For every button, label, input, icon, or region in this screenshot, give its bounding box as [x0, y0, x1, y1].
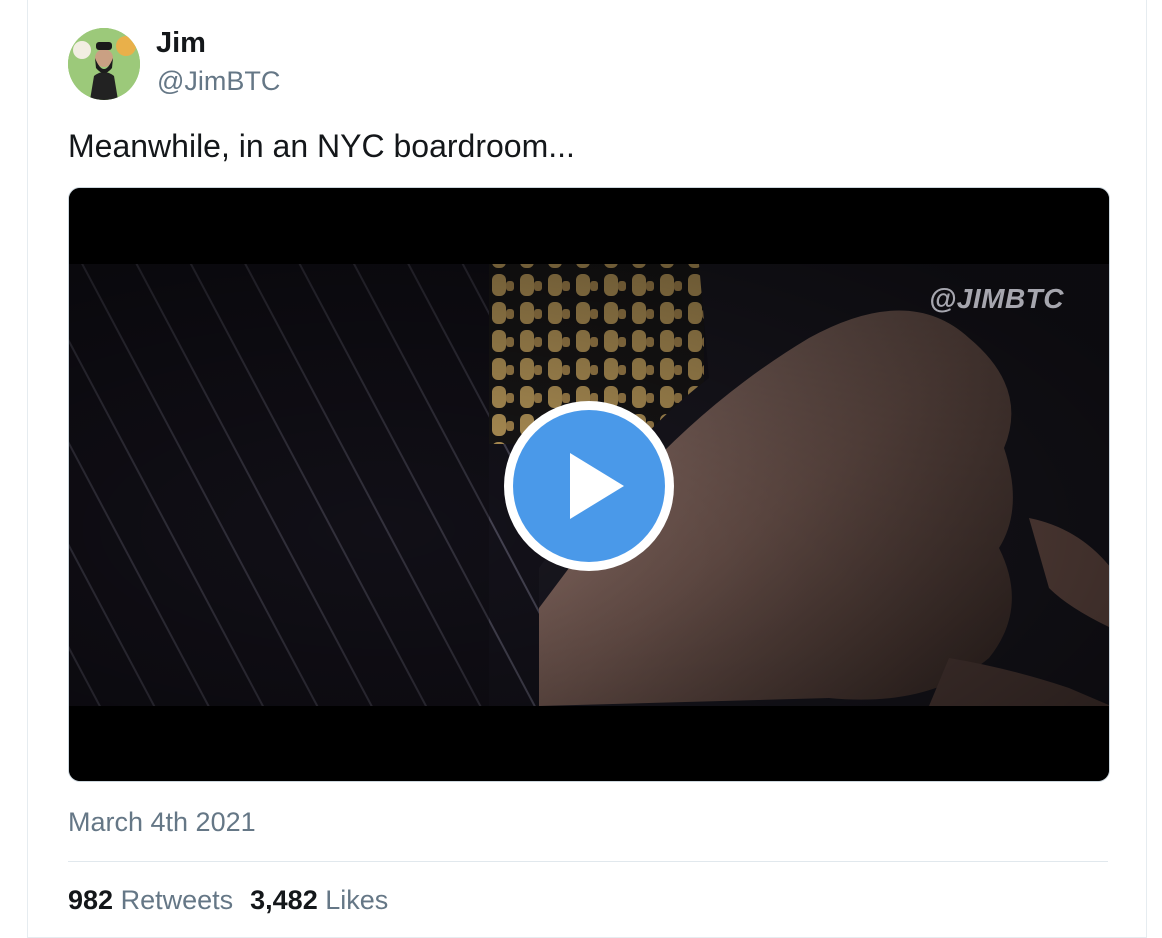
tweet-date[interactable]: March 4th 2021	[68, 807, 256, 838]
video-player[interactable]: @JIMBTC	[68, 187, 1110, 782]
avatar-image	[68, 28, 140, 100]
likes-count: 3,482	[250, 885, 318, 915]
likes-label: Likes	[325, 885, 389, 915]
video-watermark: @JIMBTC	[928, 283, 1064, 314]
likes-stat[interactable]: 3,482 Likes	[250, 885, 388, 915]
play-circle	[513, 410, 665, 562]
play-button[interactable]	[504, 401, 674, 571]
play-icon	[570, 453, 624, 519]
avatar[interactable]	[68, 28, 140, 100]
tweet-stats: 982 Retweets 3,482 Likes	[68, 885, 388, 916]
user-handle[interactable]: @JimBTC	[157, 66, 280, 97]
retweets-stat[interactable]: 982 Retweets	[68, 885, 233, 915]
retweets-count: 982	[68, 885, 114, 915]
retweets-label: Retweets	[120, 885, 234, 915]
divider	[68, 861, 1108, 862]
tweet-text: Meanwhile, in an NYC boardroom...	[68, 128, 575, 164]
user-name[interactable]: Jim	[156, 27, 206, 60]
